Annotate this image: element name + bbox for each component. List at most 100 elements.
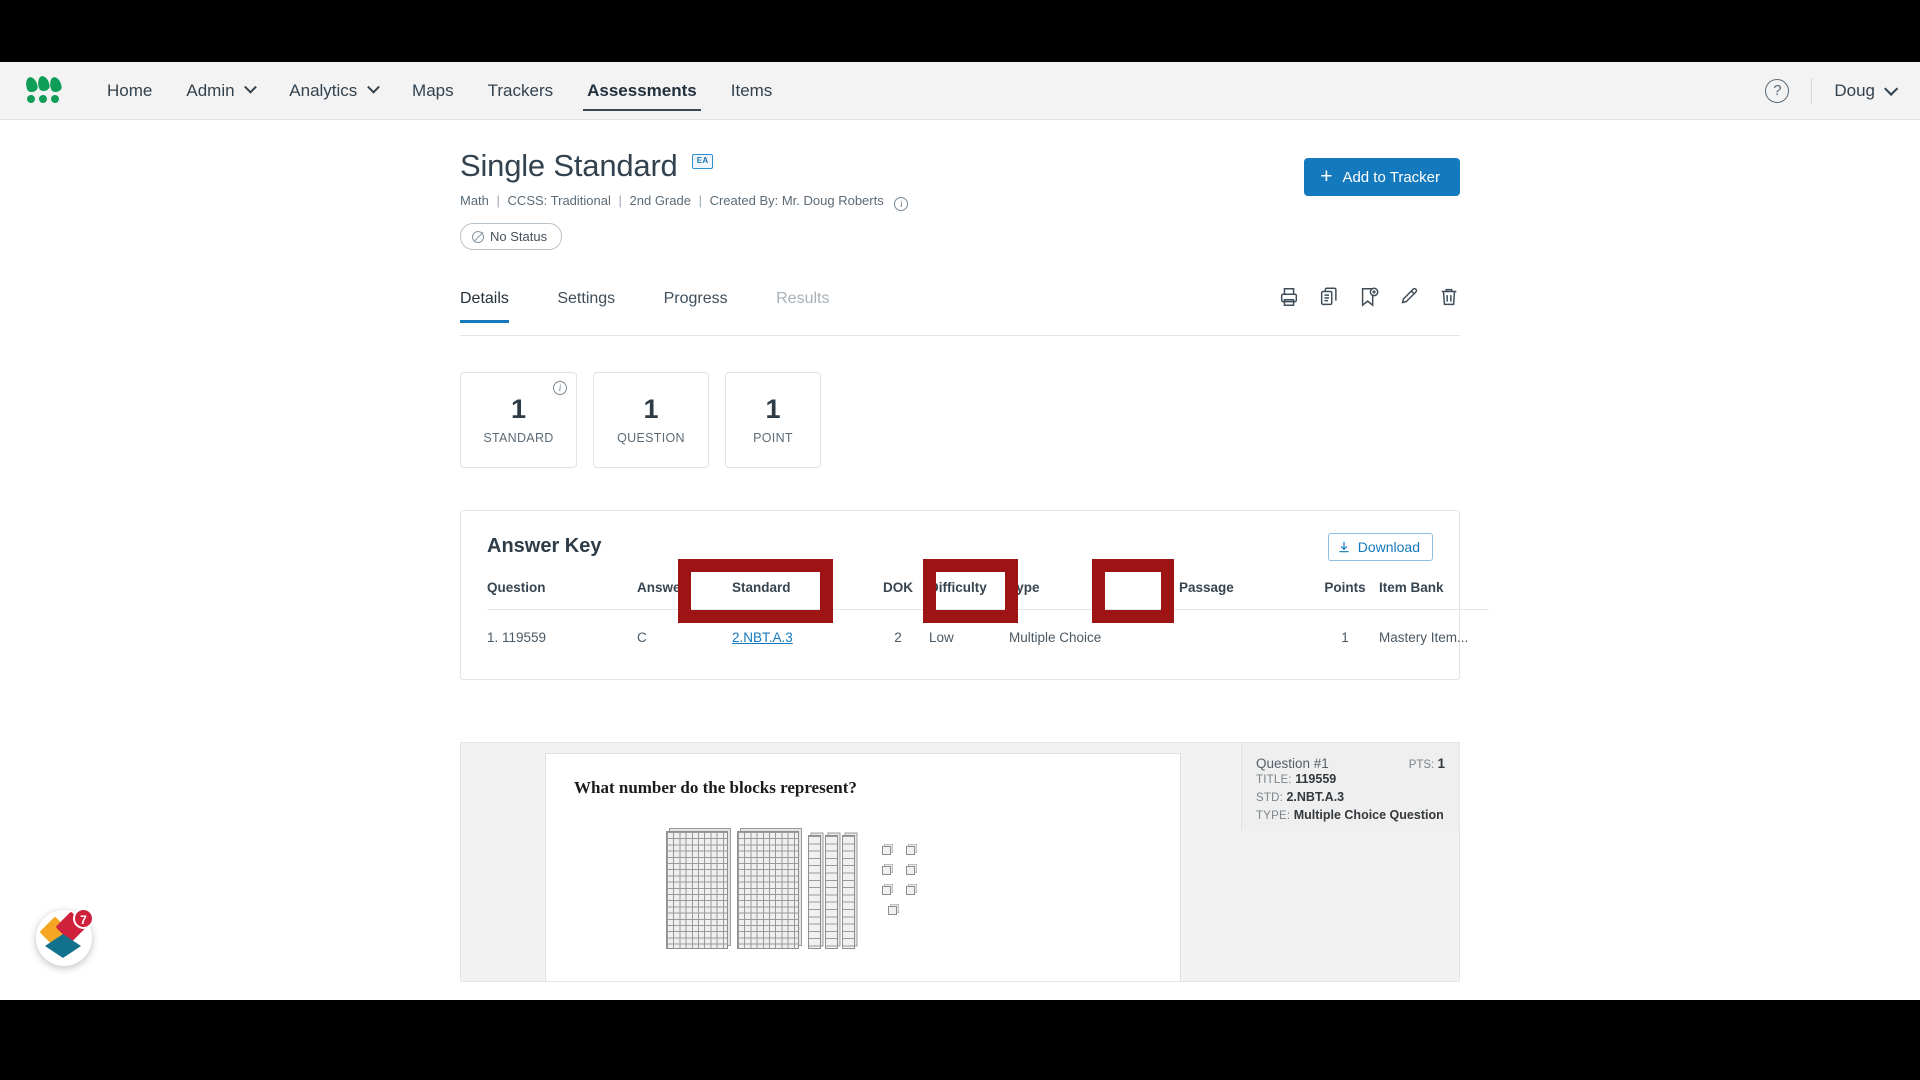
- title-value: 119559: [1295, 772, 1337, 786]
- ones-unit-block: [882, 886, 891, 895]
- info-circle-icon[interactable]: i: [553, 381, 567, 395]
- edit-pencil-icon[interactable]: [1398, 286, 1420, 308]
- ea-badge-icon: EA: [692, 153, 714, 169]
- nav-divider: [1811, 78, 1813, 104]
- nav-item-home[interactable]: Home: [90, 62, 169, 120]
- nav-item-assessments[interactable]: Assessments: [570, 62, 714, 120]
- user-menu[interactable]: Doug: [1834, 81, 1899, 101]
- ones-unit-block: [888, 906, 897, 915]
- nav-right-cluster: ? Doug: [1765, 62, 1899, 120]
- type-label: TYPE:: [1256, 809, 1291, 822]
- nav-item-analytics-label: Analytics: [289, 80, 358, 100]
- col-header-type[interactable]: Type: [1009, 580, 1179, 610]
- content-column: Single Standard EA Math | CCSS: Traditio…: [460, 120, 1489, 982]
- illuminate-logo-icon[interactable]: [24, 74, 68, 106]
- question-metadata-header: Question #1 PTS: 1: [1256, 756, 1445, 771]
- nav-item-home-label: Home: [107, 80, 153, 100]
- help-question-icon[interactable]: ?: [1765, 79, 1790, 103]
- col-header-passage[interactable]: Passage: [1179, 580, 1311, 610]
- col-header-points[interactable]: Points: [1311, 580, 1379, 610]
- meta-separator: |: [618, 193, 622, 208]
- tab-settings[interactable]: Settings: [557, 290, 615, 322]
- tens-rod-block: [808, 835, 821, 949]
- col-header-dok[interactable]: DOK: [867, 580, 929, 610]
- tab-bar: Details Settings Progress Results: [460, 287, 1460, 336]
- answer-key-table: Question Answer Standard DOK Difficulty …: [487, 580, 1489, 645]
- nav-item-maps-label: Maps: [412, 80, 454, 100]
- cell-answer: C: [637, 630, 647, 645]
- nav-item-items[interactable]: Items: [714, 62, 790, 120]
- question-card: What number do the blocks represent?: [545, 753, 1181, 981]
- cell-type: Multiple Choice: [1009, 630, 1102, 645]
- delete-trash-icon[interactable]: [1438, 286, 1460, 308]
- col-header-difficulty[interactable]: Difficulty: [929, 580, 1009, 610]
- tab-progress[interactable]: Progress: [664, 290, 728, 322]
- cell-points: 1: [1341, 630, 1349, 645]
- status-badge[interactable]: No Status: [460, 223, 563, 250]
- stat-card-question: 1 QUESTION: [593, 372, 709, 468]
- ones-unit-block: [882, 866, 891, 875]
- notification-badge[interactable]: 7: [36, 908, 94, 966]
- meta-separator: |: [698, 193, 702, 208]
- nav-item-trackers-label: Trackers: [487, 80, 554, 100]
- col-header-standard[interactable]: Standard: [732, 580, 867, 610]
- nav-item-admin[interactable]: Admin: [169, 62, 272, 120]
- pts-value: 1: [1437, 756, 1445, 771]
- chevron-down-icon: [244, 80, 258, 94]
- add-to-tracker-button[interactable]: + Add to Tracker: [1304, 158, 1460, 196]
- col-header-item-bank[interactable]: Item Bank: [1379, 580, 1489, 610]
- answer-key-table-head: Question Answer Standard DOK Difficulty …: [487, 580, 1489, 610]
- print-icon[interactable]: [1278, 286, 1300, 308]
- stat-label-point: POINT: [753, 431, 793, 446]
- tens-rod-block: [825, 835, 838, 949]
- ones-unit-block: [906, 846, 915, 855]
- stat-card-standard: i 1 STANDARD: [460, 372, 577, 468]
- meta-subject: Math: [460, 193, 489, 208]
- info-circle-icon[interactable]: i: [894, 197, 909, 211]
- status-badge-label: No Status: [490, 229, 548, 244]
- tab-details[interactable]: Details: [460, 290, 509, 323]
- plus-icon: +: [1320, 164, 1333, 188]
- duplicate-icon[interactable]: [1318, 286, 1340, 308]
- nav-item-maps[interactable]: Maps: [395, 62, 471, 120]
- col-header-answer[interactable]: Answer: [637, 580, 732, 610]
- table-header-row: Question Answer Standard DOK Difficulty …: [487, 580, 1489, 610]
- ones-unit-group: [882, 846, 921, 915]
- stat-value-standard: 1: [510, 393, 527, 424]
- hundreds-flat-block: [737, 831, 799, 949]
- table-row: 1. 119559 C 2.NBT.A.3 2 Low Multiple Cho…: [487, 610, 1489, 645]
- question-title-line: TITLE: 119559: [1256, 771, 1445, 789]
- question-metadata-panel: Question #1 PTS: 1 TITLE: 119559 STD: 2.…: [1241, 743, 1459, 831]
- question-points: PTS: 1: [1409, 756, 1445, 771]
- std-label: STD:: [1256, 791, 1283, 804]
- add-to-tracker-label: Add to Tracker: [1342, 168, 1440, 186]
- page-title: Single Standard: [460, 148, 678, 183]
- nav-item-analytics[interactable]: Analytics: [272, 62, 395, 120]
- standard-link[interactable]: 2.NBT.A.3: [732, 630, 793, 645]
- download-button[interactable]: Download: [1327, 533, 1433, 561]
- col-header-question[interactable]: Question: [487, 580, 637, 610]
- question-preview-body: What number do the blocks represent?: [461, 743, 1241, 981]
- bookmark-add-icon[interactable]: [1358, 286, 1380, 308]
- answer-key-panel: Answer Key Download Question Answer Stan…: [460, 510, 1489, 680]
- tab-results: Results: [776, 290, 830, 307]
- question-prompt: What number do the blocks represent?: [574, 778, 857, 797]
- top-navigation-bar: Home Admin Analytics Maps Trackers Asses…: [0, 62, 1920, 120]
- stat-label-standard: STANDARD: [483, 431, 554, 446]
- nav-item-admin-label: Admin: [186, 80, 235, 100]
- nav-item-trackers[interactable]: Trackers: [471, 62, 571, 120]
- question-number-label: Question #1: [1256, 756, 1329, 771]
- title-label: TITLE:: [1256, 774, 1292, 786]
- stat-value-point: 1: [765, 393, 781, 424]
- chevron-down-icon: [367, 80, 380, 94]
- tens-rod-group: [808, 826, 855, 949]
- cell-difficulty: Low: [929, 630, 954, 645]
- cell-standard: 2.NBT.A.3: [732, 610, 867, 645]
- ones-unit-block: [906, 866, 915, 875]
- browser-page: Home Admin Analytics Maps Trackers Asses…: [0, 62, 1920, 1000]
- meta-grade: 2nd Grade: [629, 193, 691, 208]
- cell-item-bank: Mastery Item...: [1379, 630, 1469, 645]
- meta-standards: CCSS: Traditional: [507, 193, 611, 208]
- cell-question: 1. 119559: [487, 630, 547, 645]
- chevron-down-icon: [1884, 81, 1899, 96]
